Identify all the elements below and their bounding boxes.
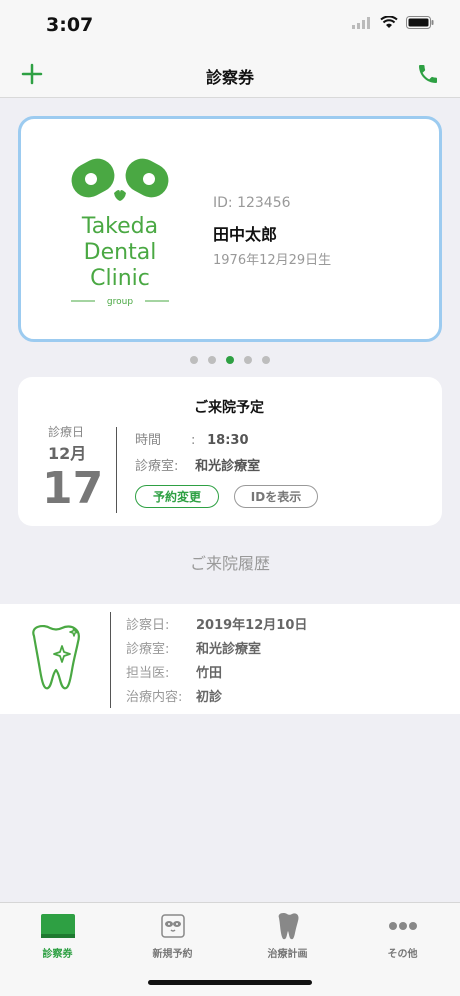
time-separator: : bbox=[191, 433, 196, 448]
history-doctor-row: 担当医: 竹田 bbox=[126, 662, 222, 681]
svg-text:Clinic: Clinic bbox=[90, 266, 150, 291]
tooth-sparkle-icon bbox=[32, 625, 80, 690]
history-room-row: 診療室: 和光診療室 bbox=[126, 638, 261, 657]
history-treatment-value: 初診 bbox=[196, 690, 223, 705]
status-icons bbox=[352, 16, 434, 29]
page-dot[interactable] bbox=[190, 356, 198, 364]
navigation-bar: 診察券 bbox=[0, 50, 460, 98]
more-icon bbox=[388, 922, 417, 930]
card-icon bbox=[40, 914, 75, 938]
tab-treatment-plan[interactable]: 治療計画 bbox=[230, 911, 345, 960]
tab-new-reservation[interactable]: 新規予約 bbox=[115, 911, 230, 960]
time-value: 18:30 bbox=[207, 433, 249, 448]
divider bbox=[116, 427, 117, 513]
tab-card-label: 診察券 bbox=[42, 949, 73, 960]
tab-more[interactable]: その他 bbox=[345, 911, 460, 960]
svg-text:group: group bbox=[107, 297, 133, 307]
room-value: 和光診療室 bbox=[195, 459, 261, 474]
clinic-logo-icon: Takeda Dental Clinic group bbox=[71, 158, 169, 307]
history-treatment-label: 治療内容: bbox=[126, 690, 183, 705]
divider bbox=[110, 612, 111, 708]
battery-icon bbox=[406, 16, 434, 29]
upcoming-appointment-card: ご来院予定 診療日 12月 17 時間: 18:30 診療室: 和光診療室 予約… bbox=[18, 377, 442, 526]
page-indicator[interactable] bbox=[0, 356, 460, 364]
appointment-day: 17 bbox=[42, 463, 104, 514]
history-date-row: 診察日: 2019年12月10日 bbox=[126, 614, 307, 633]
page-dot-active[interactable] bbox=[226, 356, 234, 364]
history-room-label: 診療室: bbox=[126, 642, 170, 657]
history-doctor-value: 竹田 bbox=[196, 666, 223, 681]
appointment-month: 12月 bbox=[48, 444, 87, 463]
patient-dob: 1976年12月29日生 bbox=[213, 253, 332, 268]
show-id-button[interactable]: IDを表示 bbox=[234, 485, 318, 508]
tooth-icon bbox=[278, 913, 299, 940]
change-appointment-button[interactable]: 予約変更 bbox=[135, 485, 219, 508]
svg-text:Dental: Dental bbox=[84, 240, 157, 265]
page-title: 診察券 bbox=[205, 68, 254, 87]
history-list-item[interactable]: 診察日: 2019年12月10日 診療室: 和光診療室 担当医: 竹田 治療内容: 初診 bbox=[0, 604, 460, 714]
page-dot[interactable] bbox=[262, 356, 270, 364]
appointment-date-label: 診療日 bbox=[48, 425, 85, 439]
svg-text:Takeda: Takeda bbox=[81, 214, 158, 239]
room-label: 診療室: bbox=[135, 459, 179, 474]
cellular-signal-icon bbox=[352, 16, 370, 29]
history-title: ご来院履歴 bbox=[189, 554, 270, 573]
history-doctor-label: 担当医: bbox=[126, 666, 170, 681]
history-treatment-row: 治療内容: 初診 bbox=[126, 686, 222, 705]
time-label: 時間 bbox=[135, 433, 162, 448]
appointment-room-row: 診療室: 和光診療室 bbox=[135, 455, 260, 474]
tab-card[interactable]: 診察券 bbox=[0, 911, 115, 960]
history-date-label: 診察日: bbox=[126, 618, 170, 633]
panda-icon bbox=[160, 914, 185, 938]
status-time: 3:07 bbox=[46, 14, 94, 36]
patient-card[interactable]: Takeda Dental Clinic group ID: 123456 田中… bbox=[18, 116, 442, 342]
page-dot[interactable] bbox=[244, 356, 252, 364]
appointment-time-row: 時間: 18:30 bbox=[135, 429, 249, 448]
status-bar: 3:07 bbox=[0, 0, 460, 50]
phone-icon[interactable] bbox=[416, 62, 440, 86]
wifi-icon bbox=[380, 16, 398, 28]
patient-name: 田中太郎 bbox=[213, 225, 278, 244]
history-room-value: 和光診療室 bbox=[196, 642, 262, 657]
tab-treatment-plan-label: 治療計画 bbox=[267, 949, 308, 960]
tab-more-label: その他 bbox=[387, 949, 418, 960]
home-indicator[interactable] bbox=[148, 980, 312, 985]
history-date-value: 2019年12月10日 bbox=[196, 618, 308, 633]
page-dot[interactable] bbox=[208, 356, 216, 364]
appointment-title: ご来院予定 bbox=[194, 400, 264, 416]
tab-new-reservation-label: 新規予約 bbox=[152, 949, 193, 960]
patient-id: ID: 123456 bbox=[213, 195, 291, 211]
